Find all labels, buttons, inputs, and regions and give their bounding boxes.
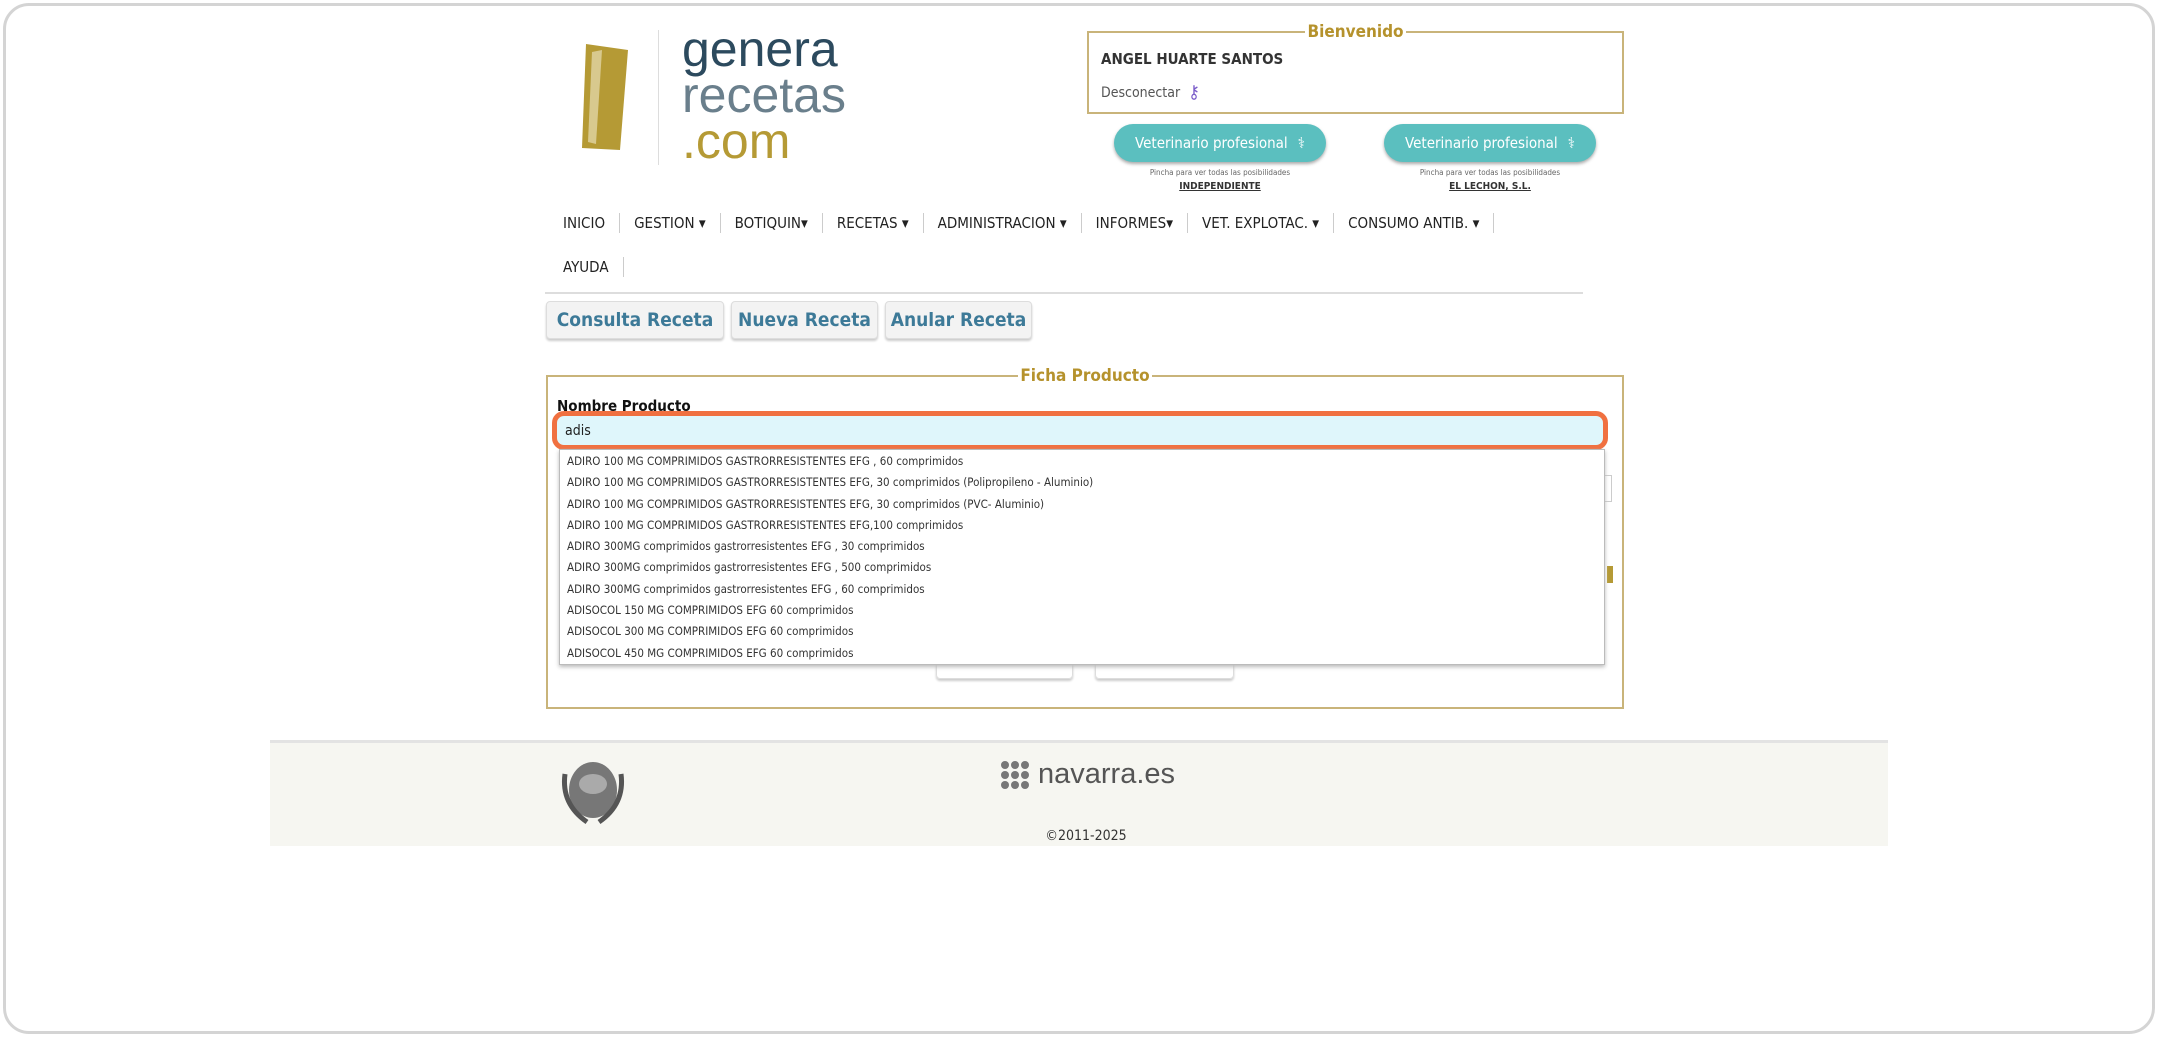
ficha-legend: Ficha Producto bbox=[1020, 366, 1150, 386]
site-logo[interactable]: genera recetas .com bbox=[682, 21, 846, 169]
hidden-button bbox=[1607, 566, 1613, 583]
welcome-legend: Bienvenido bbox=[1307, 22, 1404, 42]
vet-button-label: Veterinario profesional bbox=[1405, 134, 1558, 152]
main-menu-row2: AYUDA bbox=[563, 257, 638, 277]
disconnect-icon: ⚷ bbox=[1188, 82, 1201, 103]
list-item[interactable]: ADIRO 300MG comprimidos gastrorresistent… bbox=[560, 557, 1604, 578]
list-item[interactable]: ADIRO 100 MG COMPRIMIDOS GASTRORRESISTEN… bbox=[560, 515, 1604, 536]
navarra-brand: navarra.es bbox=[1038, 758, 1176, 790]
vet-button-label: Veterinario profesional bbox=[1135, 134, 1288, 152]
doctor-icon: ⚕ bbox=[1297, 134, 1305, 152]
logo-text-2: recetas bbox=[682, 67, 846, 123]
vet-hint: Pincha para ver todas las posibilidades bbox=[1419, 168, 1561, 177]
list-item[interactable]: ADIRO 100 MG COMPRIMIDOS GASTRORRESISTEN… bbox=[560, 472, 1604, 493]
vet-hint: Pincha para ver todas las posibilidades bbox=[1149, 168, 1291, 177]
list-item[interactable]: ADIRO 300MG comprimidos gastrorresistent… bbox=[560, 536, 1604, 557]
logo-text-1: genera bbox=[682, 21, 838, 77]
copyright: ©2011-2025 bbox=[1045, 828, 1127, 844]
menu-botiquin[interactable]: BOTIQUIN▾ bbox=[735, 214, 808, 232]
menu-ayuda[interactable]: AYUDA bbox=[563, 258, 609, 276]
menu-administracion[interactable]: ADMINISTRACION ▾ bbox=[938, 214, 1067, 232]
tab-nueva-receta[interactable]: Nueva Receta bbox=[731, 301, 878, 339]
logo-mark-icon bbox=[582, 44, 628, 150]
list-item[interactable]: ADISOCOL 450 MG COMPRIMIDOS EFG 60 compr… bbox=[560, 643, 1604, 664]
welcome-box: Bienvenido ANGEL HUARTE SANTOS Desconect… bbox=[1087, 22, 1624, 114]
doctor-icon: ⚕ bbox=[1567, 134, 1575, 152]
vet-org-link[interactable]: INDEPENDIENTE bbox=[1114, 181, 1326, 192]
autocomplete-list: ADIRO 100 MG COMPRIMIDOS GASTRORRESISTEN… bbox=[559, 449, 1605, 665]
vet-profesional-button-1[interactable]: Veterinario profesional ⚕ bbox=[1114, 124, 1326, 162]
main-menu: INICIO GESTION ▾ BOTIQUIN▾ RECETAS ▾ ADM… bbox=[563, 213, 1508, 233]
logo-text-3: .com bbox=[682, 113, 791, 169]
dots-grid-icon bbox=[1001, 760, 1029, 789]
list-item[interactable]: ADISOCOL 150 MG COMPRIMIDOS EFG 60 compr… bbox=[560, 600, 1604, 621]
coat-of-arms-icon bbox=[561, 762, 625, 825]
disconnect-link[interactable]: Desconectar ⚷ bbox=[1101, 82, 1610, 103]
menu-consumo-antib[interactable]: CONSUMO ANTIB. ▾ bbox=[1348, 214, 1479, 232]
disconnect-label: Desconectar bbox=[1101, 84, 1181, 101]
menu-inicio[interactable]: INICIO bbox=[563, 214, 605, 232]
vet-org-link[interactable]: EL LECHON, S.L. bbox=[1384, 181, 1596, 192]
logo-divider bbox=[658, 30, 659, 165]
list-item[interactable]: ADISOCOL 300 MG COMPRIMIDOS EFG 60 compr… bbox=[560, 621, 1604, 642]
list-item[interactable]: ADIRO 100 MG COMPRIMIDOS GASTRORRESISTEN… bbox=[560, 494, 1604, 515]
menu-divider bbox=[545, 292, 1583, 294]
nombre-producto-input[interactable] bbox=[552, 411, 1608, 450]
list-item[interactable]: ADIRO 300MG comprimidos gastrorresistent… bbox=[560, 579, 1604, 600]
tab-consulta-receta[interactable]: Consulta Receta bbox=[546, 301, 724, 339]
menu-gestion[interactable]: GESTION ▾ bbox=[634, 214, 706, 232]
menu-vet-explotac[interactable]: VET. EXPLOTAC. ▾ bbox=[1202, 214, 1319, 232]
vet-profesional-button-2[interactable]: Veterinario profesional ⚕ bbox=[1384, 124, 1596, 162]
user-name: ANGEL HUARTE SANTOS bbox=[1101, 50, 1284, 68]
navarra-logo[interactable]: navarra.es bbox=[1000, 758, 1175, 791]
menu-informes[interactable]: INFORMES▾ bbox=[1096, 214, 1173, 232]
menu-recetas[interactable]: RECETAS ▾ bbox=[837, 214, 909, 232]
list-item[interactable]: ADIRO 100 MG COMPRIMIDOS GASTRORRESISTEN… bbox=[560, 451, 1604, 472]
tab-anular-receta[interactable]: Anular Receta bbox=[885, 301, 1032, 339]
